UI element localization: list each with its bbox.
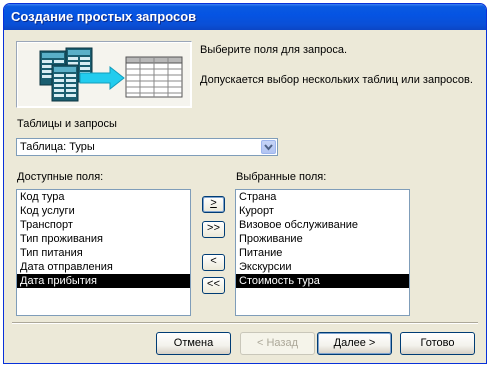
add-all-label: >> bbox=[206, 223, 221, 235]
list-item[interactable]: Код тура bbox=[17, 190, 190, 204]
remove-all-button[interactable]: << bbox=[202, 277, 225, 294]
list-item[interactable]: Питание bbox=[236, 246, 409, 260]
list-item[interactable]: Транспорт bbox=[17, 218, 190, 232]
selected-fields-label: Выбранные поля: bbox=[236, 171, 327, 183]
list-item[interactable]: Дата прибытия bbox=[17, 274, 190, 288]
finish-button[interactable]: Готово bbox=[400, 332, 475, 355]
list-item[interactable]: Визовое обслуживание bbox=[236, 218, 409, 232]
remove-all-label: << bbox=[206, 279, 221, 291]
wizard-illustration bbox=[16, 41, 192, 108]
intro-line-1: Выберите поля для запроса. bbox=[200, 44, 348, 56]
available-fields-label: Доступные поля: bbox=[17, 171, 104, 183]
intro-line-2: Допускается выбор нескольких таблиц или … bbox=[200, 74, 473, 86]
chevron-down-icon bbox=[264, 144, 273, 151]
cancel-button[interactable]: Отмена bbox=[156, 332, 231, 355]
add-one-label: > bbox=[210, 198, 217, 210]
remove-one-button[interactable]: < bbox=[202, 254, 225, 271]
available-fields-list[interactable]: Код тура Код услуги Транспорт Тип проживани… bbox=[16, 189, 191, 316]
next-button[interactable]: Далее > bbox=[317, 332, 392, 355]
tables-to-query-icon bbox=[39, 47, 183, 102]
footer-separator bbox=[12, 322, 478, 324]
list-item[interactable]: Тип проживания bbox=[17, 232, 190, 246]
wizard-dialog: Создание простых запросов Выберите поля … bbox=[3, 3, 487, 364]
title-bar[interactable]: Создание простых запросов bbox=[4, 4, 486, 30]
list-item[interactable]: Проживание bbox=[236, 232, 409, 246]
list-item[interactable]: Тип питания bbox=[17, 246, 190, 260]
dropdown-arrow-button[interactable] bbox=[261, 140, 276, 154]
list-item[interactable]: Экскурсии bbox=[236, 260, 409, 274]
source-select[interactable]: Таблица: Туры bbox=[16, 138, 278, 156]
back-button[interactable]: < Назад bbox=[240, 332, 315, 355]
source-label: Таблицы и запросы bbox=[17, 118, 117, 130]
source-select-value: Таблица: Туры bbox=[20, 141, 95, 153]
selected-fields-list[interactable]: Страна Курорт Визовое обслуживание Проживан… bbox=[235, 189, 410, 316]
add-all-button[interactable]: >> bbox=[202, 221, 225, 238]
list-item[interactable]: Стоимость тура bbox=[236, 274, 409, 288]
window-title: Создание простых запросов bbox=[11, 9, 197, 24]
list-item[interactable]: Код услуги bbox=[17, 204, 190, 218]
list-item[interactable]: Страна bbox=[236, 190, 409, 204]
list-item[interactable]: Курорт bbox=[236, 204, 409, 218]
list-item[interactable]: Дата отправления bbox=[17, 260, 190, 274]
remove-one-label: < bbox=[210, 256, 217, 268]
add-one-button[interactable]: > bbox=[202, 196, 225, 213]
